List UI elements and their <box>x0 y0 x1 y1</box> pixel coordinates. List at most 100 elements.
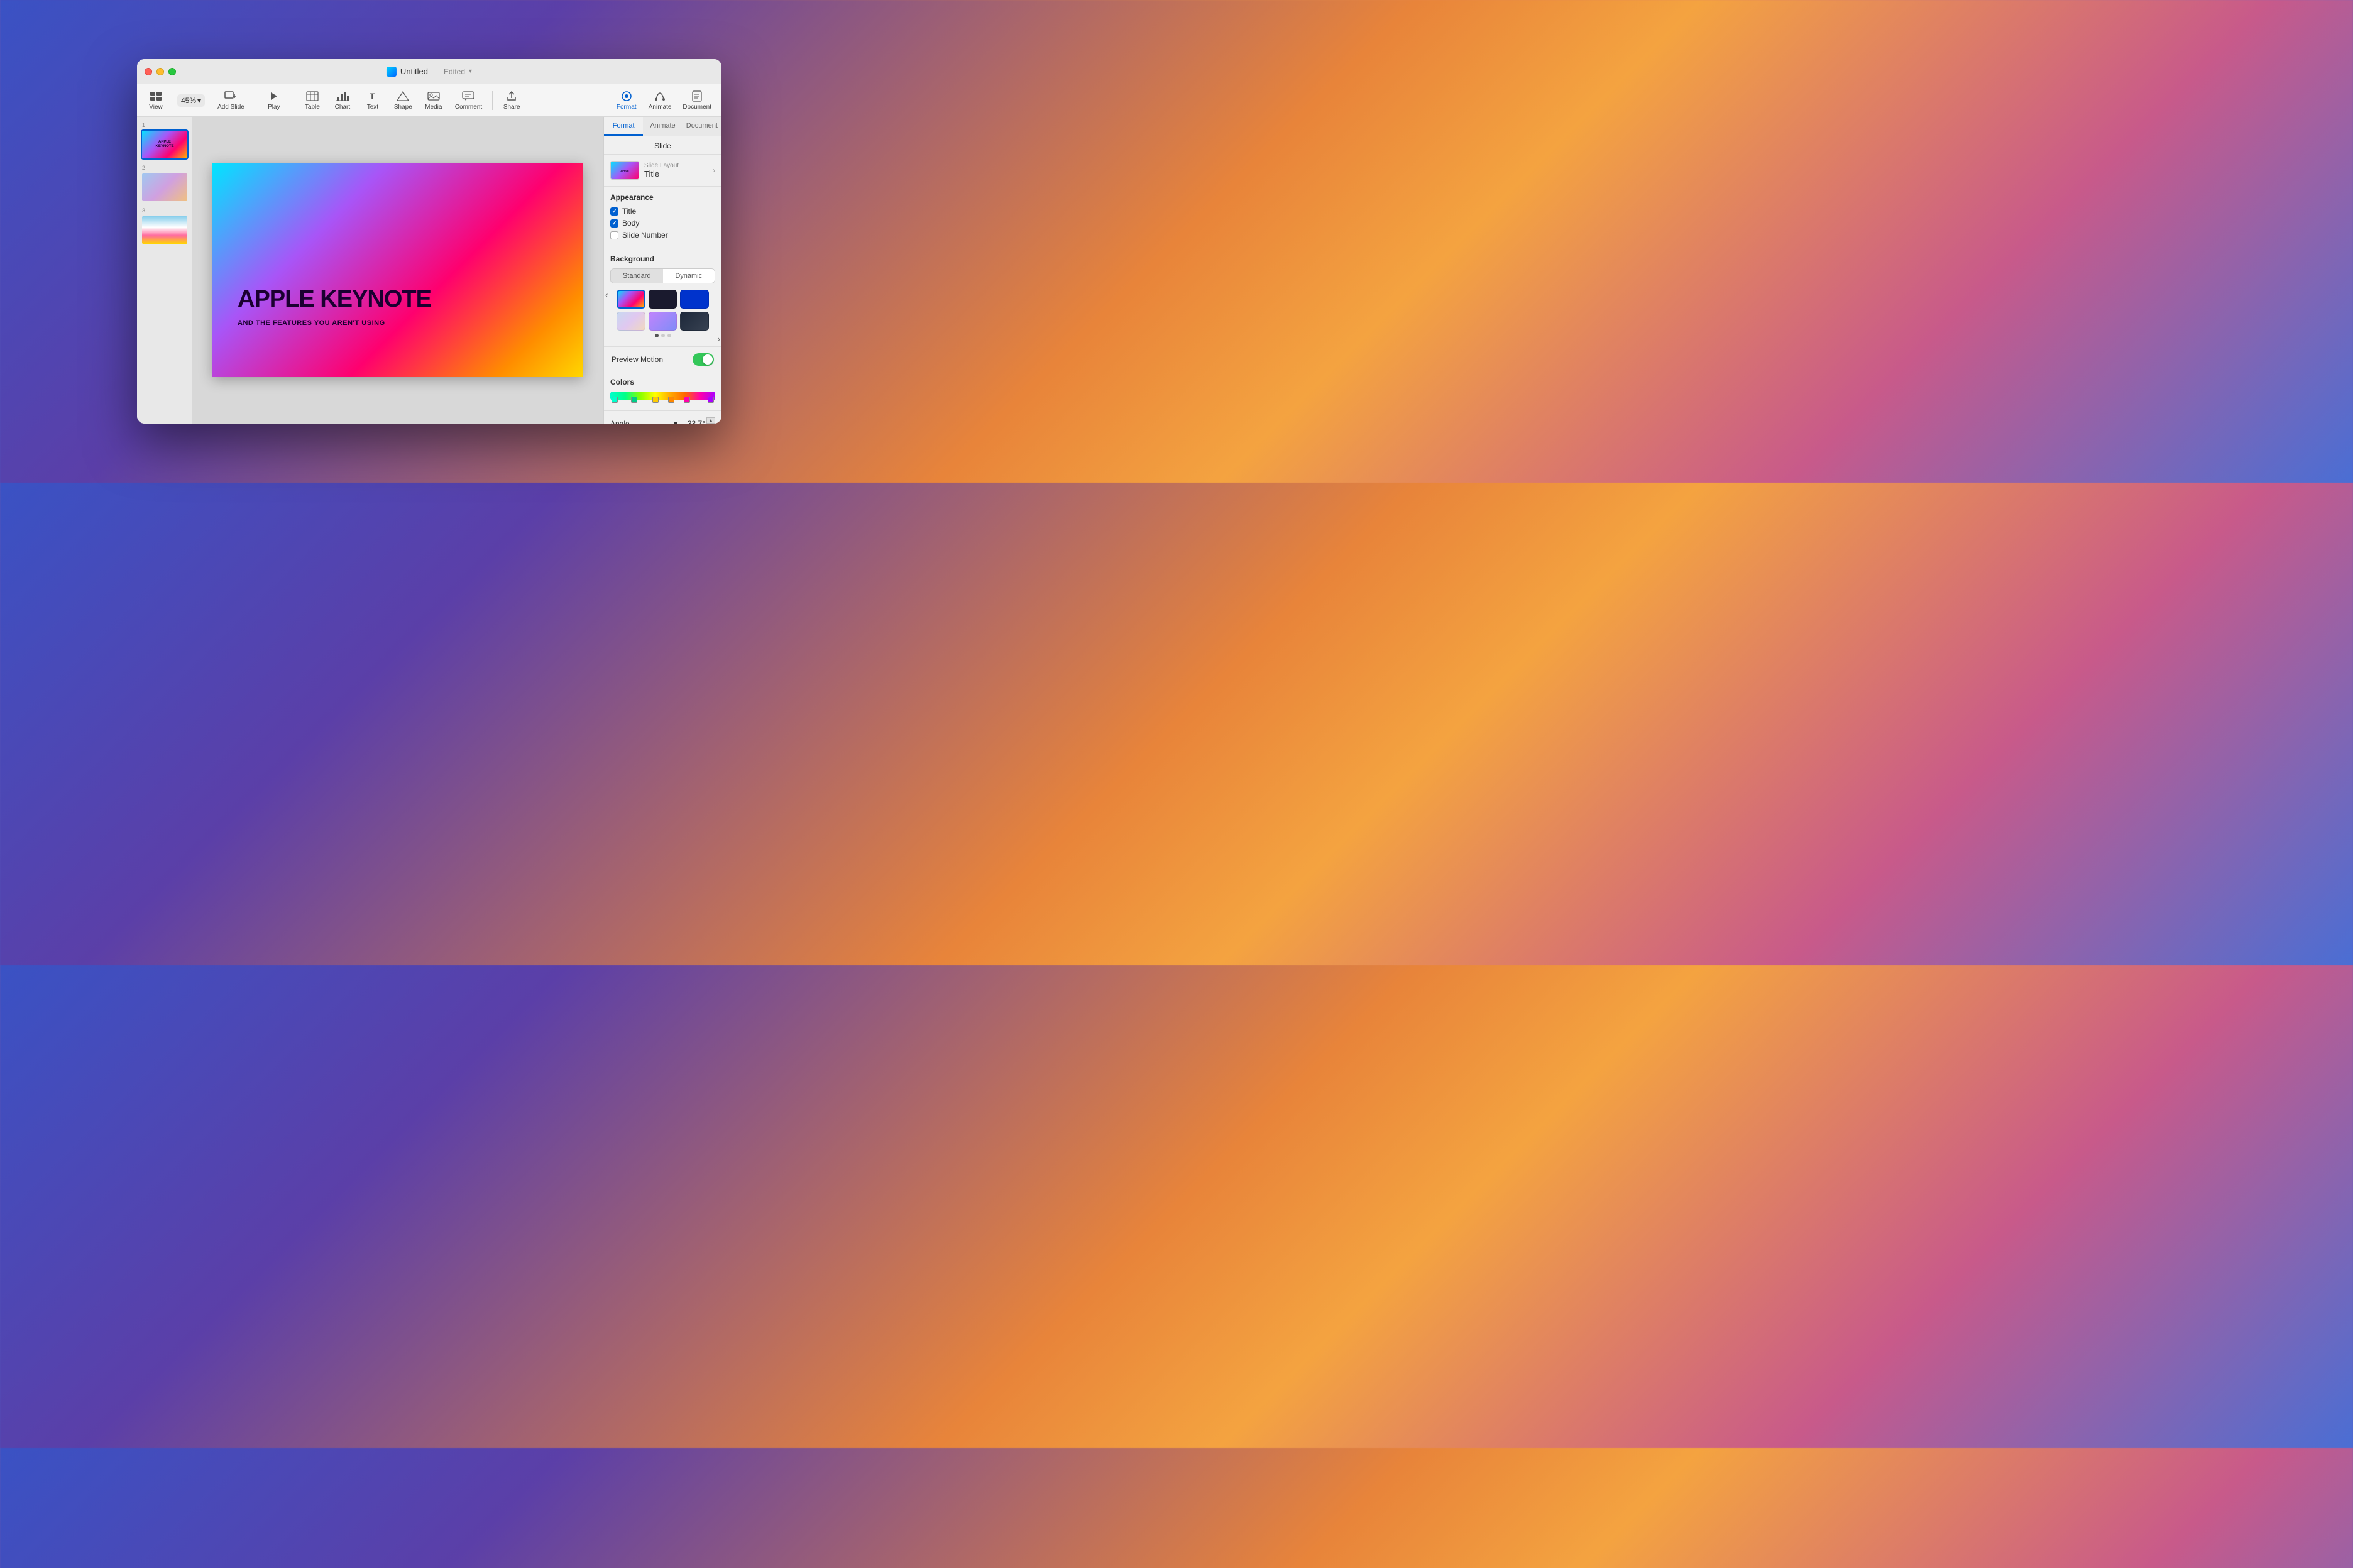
maximize-button[interactable] <box>168 68 176 75</box>
angle-up-btn[interactable]: ▲ <box>706 417 715 424</box>
swatch-gradient1[interactable] <box>617 290 645 309</box>
play-button[interactable]: Play <box>260 87 288 113</box>
angle-section: Angle 33.7° ▲ ▼ Scale <box>604 411 721 424</box>
body-checkbox-row: ✓ Body <box>610 219 715 228</box>
view-button[interactable]: View <box>142 87 170 113</box>
angle-stepper[interactable]: ▲ ▼ <box>706 417 715 424</box>
slide-subtitle[interactable]: AND THE FEATURES YOU AREN'T USING <box>238 319 558 327</box>
tab-document[interactable]: Document <box>683 117 721 136</box>
text-label: Text <box>367 104 378 111</box>
appearance-section: Appearance ✓ Title ✓ Body Slide Number <box>604 187 721 248</box>
main-content: 1 APPLEKEYNOTE 2 3 <box>137 117 721 424</box>
swatch-prev-arrow[interactable]: ‹ <box>605 290 608 300</box>
slide-thumbnail-1[interactable]: 1 APPLEKEYNOTE <box>141 122 188 160</box>
view-icon <box>150 90 162 102</box>
format-button[interactable]: Format <box>611 87 642 113</box>
comment-button[interactable]: Comment <box>450 87 487 113</box>
color-stop-5[interactable] <box>684 397 690 403</box>
title-bar: Untitled — Edited ▾ <box>137 59 721 84</box>
body-checkmark: ✓ <box>612 220 617 227</box>
table-button[interactable]: Table <box>299 87 326 113</box>
layout-thumb-bg: APPLE <box>611 162 639 179</box>
color-swatches-row1 <box>617 290 709 309</box>
color-stop-6[interactable] <box>708 397 714 403</box>
swatch-next-arrow[interactable]: › <box>717 334 720 344</box>
dynamic-toggle-btn[interactable]: Dynamic <box>663 269 715 283</box>
shape-button[interactable]: Shape <box>389 87 417 113</box>
share-button[interactable]: Share <box>498 87 525 113</box>
color-stop-3[interactable] <box>652 397 659 403</box>
zoom-button[interactable]: 45% ▾ <box>172 92 210 109</box>
slide-thumbnail-2[interactable]: 2 <box>141 165 188 202</box>
swatch-blue1[interactable] <box>680 290 709 309</box>
shape-icon <box>397 90 409 102</box>
chart-button[interactable]: Chart <box>329 87 356 113</box>
body-label: Body <box>622 219 639 228</box>
title-checkbox[interactable]: ✓ <box>610 207 618 216</box>
comment-icon <box>462 90 474 102</box>
dot-2 <box>661 334 665 337</box>
standard-toggle-btn[interactable]: Standard <box>611 269 663 283</box>
angle-indicator <box>674 422 677 424</box>
layout-info: Slide Layout Title <box>644 162 708 178</box>
color-stop-2[interactable] <box>631 397 637 403</box>
dot-3 <box>667 334 671 337</box>
layout-chevron-icon[interactable]: › <box>713 166 715 175</box>
slide-img-1: APPLEKEYNOTE <box>141 129 189 160</box>
body-checkbox[interactable]: ✓ <box>610 219 618 228</box>
app-window: Untitled — Edited ▾ View 45% ▾ <box>137 59 721 424</box>
tab-format[interactable]: Format <box>604 117 643 136</box>
slide-1-bg: APPLEKEYNOTE <box>142 131 187 158</box>
layout-thumbnail: APPLE <box>610 161 639 180</box>
angle-value-box: 33.7° ▲ ▼ <box>683 417 715 424</box>
preview-motion-toggle[interactable] <box>693 353 714 366</box>
text-button[interactable]: T Text <box>359 87 387 113</box>
color-swatches-row2 <box>617 312 709 331</box>
add-slide-button[interactable]: Add Slide <box>212 87 250 113</box>
toggle-knob <box>703 354 713 365</box>
zoom-arrow: ▾ <box>197 96 201 105</box>
slide-thumbnail-3[interactable]: 3 <box>141 207 188 245</box>
color-stop-1[interactable] <box>612 397 618 403</box>
swatch-page-dots <box>610 334 715 337</box>
slide-3-bg <box>142 216 187 244</box>
animate-button[interactable]: Animate <box>644 87 677 113</box>
add-slide-icon <box>224 90 237 102</box>
document-button[interactable]: Document <box>677 87 716 113</box>
slide-title[interactable]: APPLE KEYNOTE <box>238 287 558 313</box>
right-toolbar: Format Animate <box>611 87 716 113</box>
chart-label: Chart <box>335 104 350 111</box>
slide-num-3: 3 <box>142 207 188 214</box>
minimize-button[interactable] <box>156 68 164 75</box>
media-button[interactable]: Media <box>420 87 447 113</box>
zoom-control[interactable]: 45% ▾ <box>177 94 205 107</box>
shape-label: Shape <box>394 104 412 111</box>
colors-gradient-bar[interactable] <box>610 392 715 400</box>
right-panel: Format Animate Document Slide APPLE Slid… <box>603 117 721 424</box>
preview-motion-row: Preview Motion <box>610 353 715 366</box>
title-dropdown-arrow[interactable]: ▾ <box>469 68 472 75</box>
tab-animate[interactable]: Animate <box>643 117 682 136</box>
separator3 <box>492 91 493 110</box>
slide-number-checkbox-row: Slide Number <box>610 231 715 239</box>
title-checkmark: ✓ <box>612 208 617 215</box>
document-label: Document <box>683 104 711 111</box>
layout-thumb-text: APPLE <box>620 169 628 172</box>
close-button[interactable] <box>145 68 152 75</box>
swatch-light1[interactable] <box>617 312 645 331</box>
swatch-dark1[interactable] <box>649 290 677 309</box>
slide-layout-row[interactable]: APPLE Slide Layout Title › <box>610 161 715 180</box>
color-stop-4[interactable] <box>668 397 674 403</box>
slide-canvas[interactable]: APPLE KEYNOTE AND THE FEATURES YOU AREN'… <box>212 163 583 377</box>
slide-section-title: Slide <box>604 136 721 155</box>
format-label: Format <box>617 104 637 111</box>
swatch-purple1[interactable] <box>649 312 677 331</box>
right-panel-tabs: Format Animate Document <box>604 117 721 136</box>
media-icon <box>427 90 440 102</box>
traffic-lights <box>145 68 176 75</box>
slide-panel: 1 APPLEKEYNOTE 2 3 <box>137 117 192 424</box>
swatch-dark2[interactable] <box>680 312 709 331</box>
background-toggle: Standard Dynamic <box>610 268 715 283</box>
slide-background <box>212 163 583 377</box>
slide-number-checkbox[interactable] <box>610 231 618 239</box>
